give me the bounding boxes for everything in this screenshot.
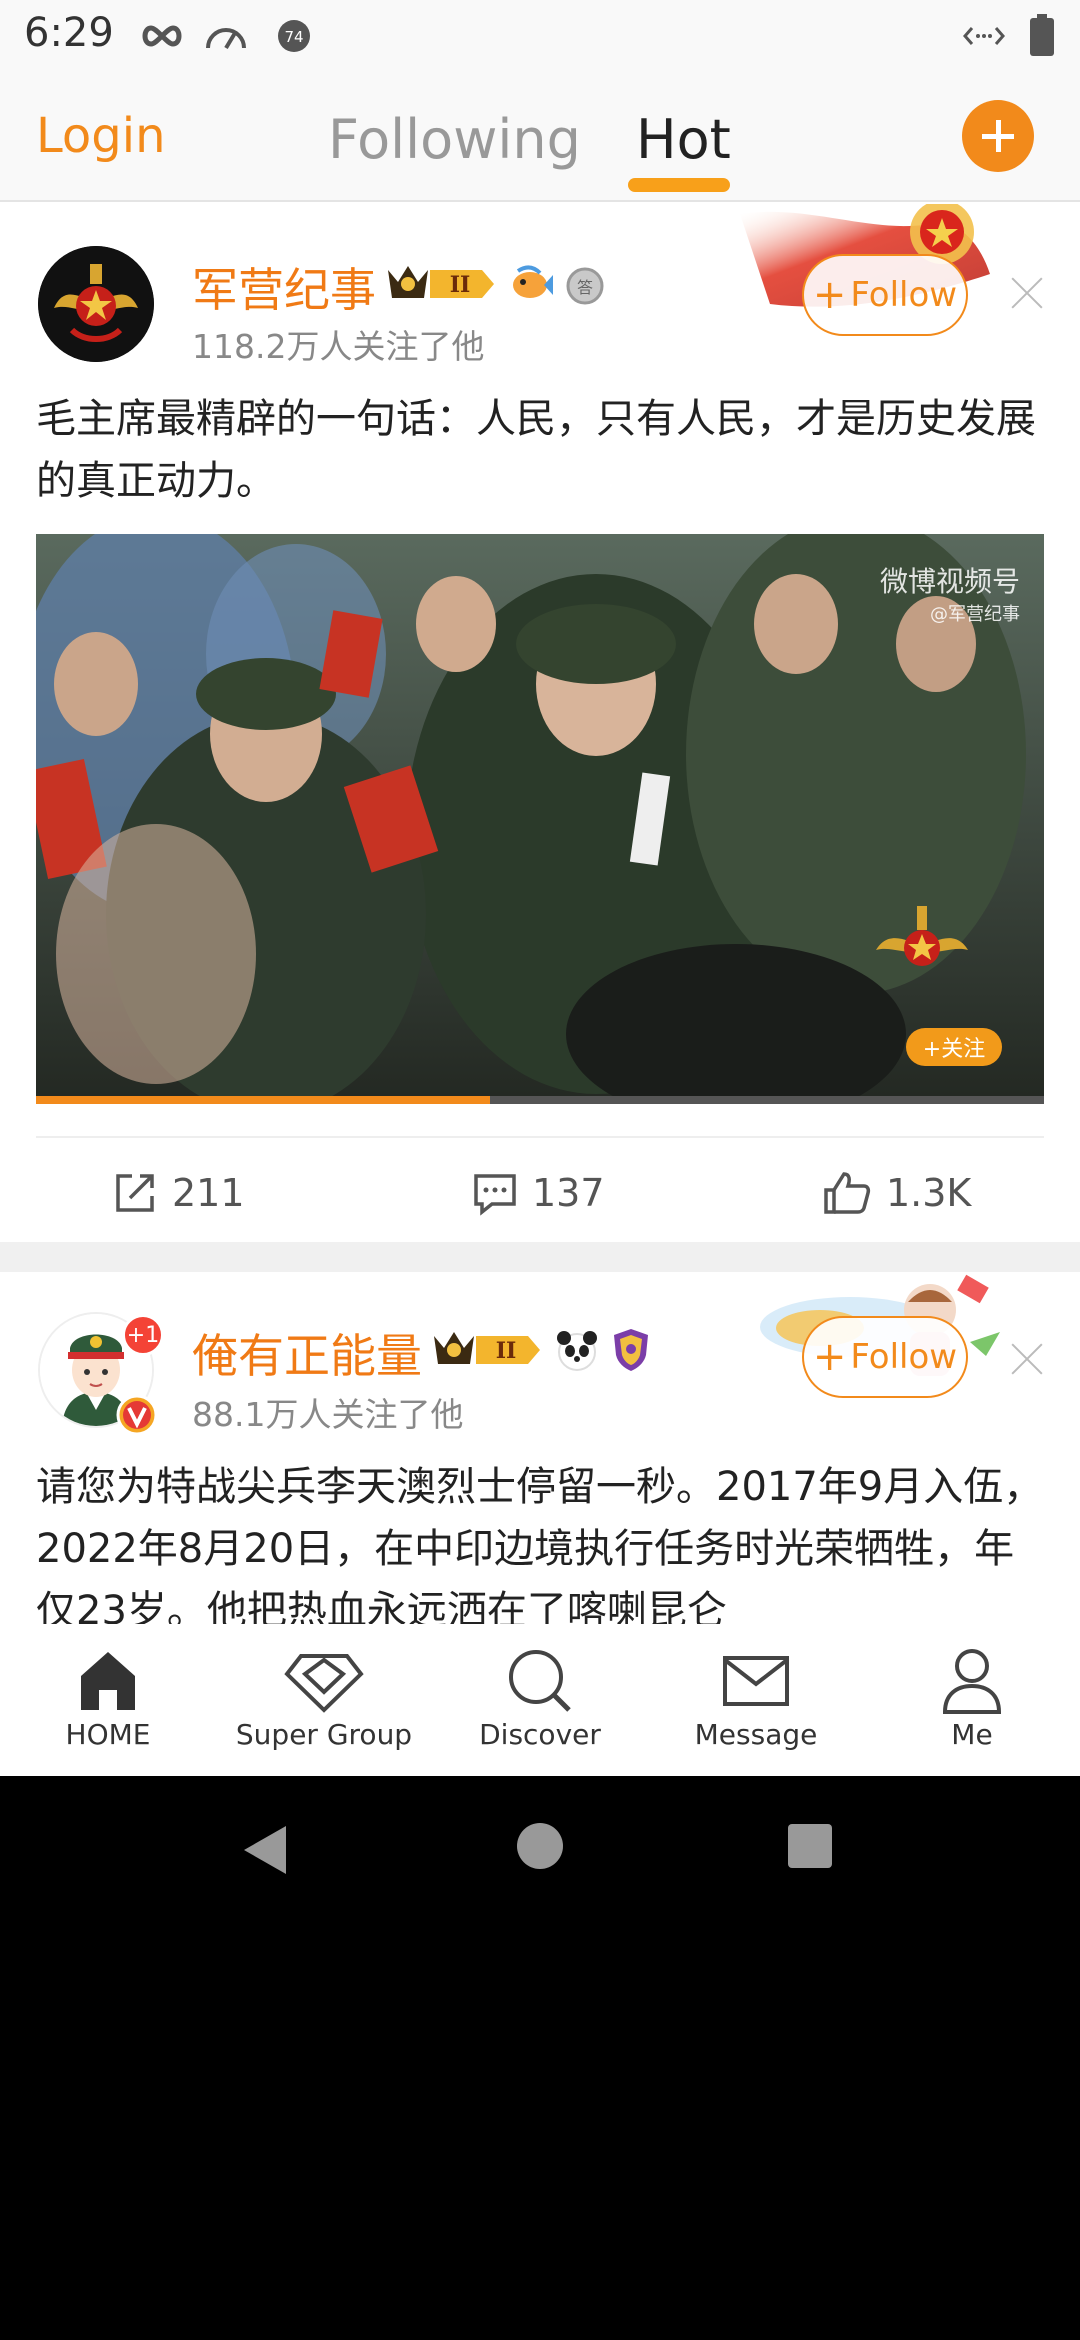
fish-badge-icon <box>513 265 553 298</box>
user-name[interactable]: 俺有正能量 <box>192 1320 422 1386</box>
speed-icon <box>206 28 246 50</box>
post-separator <box>0 1242 1080 1272</box>
status-bar: 6:29 74 <box>0 0 1080 72</box>
svg-text:II: II <box>496 1338 517 1364</box>
comment-button[interactable]: 137 <box>472 1170 605 1216</box>
video-progress-bar[interactable] <box>36 1096 1044 1104</box>
status-time: 6:29 <box>24 10 114 56</box>
tab-me[interactable]: Me <box>864 1624 1080 1776</box>
like-count: 1.3K <box>886 1171 972 1215</box>
bottom-tab-bar: HOME Super Group Discover Message Me <box>0 1624 1080 1776</box>
tab-following[interactable]: Following <box>328 108 581 171</box>
home-icon <box>81 1652 135 1710</box>
home-circle-icon[interactable] <box>516 1822 564 1870</box>
tab-message[interactable]: Message <box>648 1624 864 1776</box>
search-icon <box>509 1650 571 1712</box>
close-icon[interactable] <box>1010 1342 1044 1376</box>
repost-count: 211 <box>172 1171 245 1215</box>
medal-badge-icon: 答 <box>566 267 604 305</box>
tab-home[interactable]: HOME <box>0 1624 216 1776</box>
tab-label: Super Group <box>235 1718 413 1751</box>
data-arrows-icon <box>963 27 1005 45</box>
tab-label: Discover <box>479 1718 601 1751</box>
tab-label: Message <box>694 1718 818 1751</box>
post-card[interactable]: 军营纪事 II 答 118.2万人关注了他 + Follow 毛主席最精辟的一句… <box>0 204 1080 1242</box>
battery-icon <box>1030 14 1054 56</box>
post-card[interactable]: +1 俺有正能量 II 88.1万人关注了他 + Follow 请您为特战尖兵李… <box>0 1272 1080 1624</box>
shield-badge-icon <box>614 1329 648 1371</box>
follow-label: Follow <box>850 1337 958 1377</box>
video-follow-button[interactable]: +关注 <box>906 1028 1002 1066</box>
tab-label: Me <box>951 1718 993 1751</box>
post-text[interactable]: 毛主席最精辟的一句话：人民，只有人民，才是历史发展的真正动力。 <box>36 388 1046 512</box>
panda-badge-icon <box>557 1331 597 1371</box>
comment-icon <box>474 1174 516 1216</box>
back-icon[interactable] <box>240 1822 290 1878</box>
login-link[interactable]: Login <box>36 108 166 164</box>
notification-badge-icon: 74 <box>278 20 310 52</box>
app-screen: 6:29 74 Login Following Hot 军营纪事 II 答 11… <box>0 0 1080 1776</box>
svg-text:II: II <box>450 272 471 298</box>
video-watermark: 微博视频号 @军营纪事 <box>880 560 1020 626</box>
watermark-handle: @军营纪事 <box>930 604 1020 625</box>
follow-label: Follow <box>850 275 958 315</box>
avatar[interactable] <box>38 246 154 362</box>
tab-super-group[interactable]: Super Group <box>216 1624 432 1776</box>
compose-button[interactable] <box>962 100 1034 172</box>
user-name[interactable]: 军营纪事 <box>192 254 376 320</box>
feed[interactable]: 军营纪事 II 答 118.2万人关注了他 + Follow 毛主席最精辟的一句… <box>0 204 1080 1624</box>
top-nav: Login Following Hot <box>0 72 1080 202</box>
close-icon[interactable] <box>1010 276 1044 310</box>
plus-icon: + <box>812 1334 847 1380</box>
person-icon <box>942 1649 1002 1714</box>
verified-icon <box>116 1394 158 1436</box>
video-progress-fill <box>36 1096 490 1104</box>
diamond-icon <box>284 1654 364 1713</box>
watermark-label: 微博视频号 <box>879 565 1020 598</box>
follower-count: 88.1万人关注了他 <box>192 1395 464 1434</box>
video-player[interactable]: 微博视频号 @军营纪事 +关注 <box>36 534 1044 1104</box>
membership-level-icon: II <box>388 266 494 298</box>
tab-label: HOME <box>65 1718 151 1751</box>
user-badges: II 答 <box>384 260 606 308</box>
avatar-notification-badge: +1 <box>122 1314 164 1356</box>
repost-button[interactable]: 211 <box>112 1170 245 1216</box>
svg-text:答: 答 <box>577 278 593 297</box>
system-nav-bar <box>0 1776 1080 1926</box>
recents-icon[interactable] <box>786 1822 834 1870</box>
svg-text:74: 74 <box>284 28 303 46</box>
follow-button[interactable]: + Follow <box>802 1316 968 1398</box>
follower-count: 118.2万人关注了他 <box>192 327 485 366</box>
envelope-icon <box>723 1656 789 1706</box>
share-icon <box>116 1174 154 1212</box>
like-button[interactable]: 1.3K <box>822 1170 971 1216</box>
membership-level-icon: II <box>434 1332 540 1364</box>
tab-hot[interactable]: Hot <box>636 108 731 171</box>
active-tab-indicator <box>628 178 730 192</box>
plus-icon: + <box>812 272 847 318</box>
comment-count: 137 <box>532 1171 605 1215</box>
post-actions: 211 137 1.3K <box>0 1138 1080 1242</box>
infinity-icon <box>142 25 182 47</box>
thumbs-up-icon <box>824 1172 871 1214</box>
post-text[interactable]: 请您为特战尖兵李天澳烈士停留一秒。2017年9月入伍，2022年8月20日，在中… <box>36 1456 1046 1624</box>
tab-discover[interactable]: Discover <box>432 1624 648 1776</box>
user-badges: II <box>430 1326 652 1374</box>
follow-button[interactable]: + Follow <box>802 254 968 336</box>
army-emblem-icon <box>38 246 154 362</box>
